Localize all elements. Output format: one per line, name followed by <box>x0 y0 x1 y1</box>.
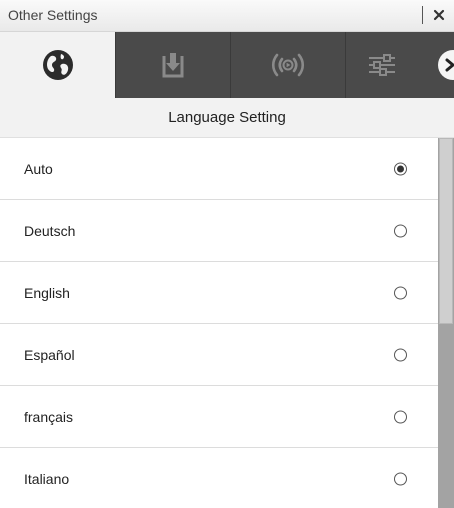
tab-broadcast[interactable] <box>230 32 345 98</box>
language-label: Italiano <box>24 470 70 487</box>
title-bar: Other Settings <box>0 0 454 32</box>
language-radio[interactable] <box>394 348 407 361</box>
language-option-italiano[interactable]: Italiano <box>0 448 438 508</box>
language-label: Auto <box>24 160 53 177</box>
list-scrollbar[interactable] <box>438 138 454 508</box>
language-label: Español <box>24 346 75 363</box>
window-title: Other Settings <box>8 7 98 23</box>
tab-language[interactable] <box>0 32 115 98</box>
title-separator <box>422 6 423 24</box>
language-label: English <box>24 284 70 301</box>
tab-download[interactable] <box>115 32 230 98</box>
broadcast-icon <box>271 53 305 77</box>
language-radio[interactable] <box>394 224 407 237</box>
language-label: Deutsch <box>24 222 76 239</box>
language-radio[interactable] <box>394 410 407 423</box>
language-option-english[interactable]: English <box>0 262 438 324</box>
language-list: Auto Deutsch English Español français It… <box>0 138 438 508</box>
sliders-icon <box>369 54 395 76</box>
scrollbar-thumb[interactable] <box>439 138 453 324</box>
language-label: français <box>24 408 74 425</box>
language-option-auto[interactable]: Auto <box>0 138 438 200</box>
language-option-espanol[interactable]: Español <box>0 324 438 386</box>
language-option-deutsch[interactable]: Deutsch <box>0 200 438 262</box>
chevron-right-icon <box>445 58 454 72</box>
close-icon <box>433 9 445 21</box>
language-radio[interactable] <box>394 286 407 299</box>
download-icon <box>162 53 184 78</box>
settings-tab-bar <box>0 32 454 98</box>
language-option-francais[interactable]: français <box>0 386 438 448</box>
language-radio[interactable] <box>394 472 407 485</box>
section-title: Language Setting <box>0 98 454 138</box>
globe-icon <box>42 50 73 80</box>
language-radio[interactable] <box>394 162 407 175</box>
close-button[interactable] <box>428 4 450 26</box>
